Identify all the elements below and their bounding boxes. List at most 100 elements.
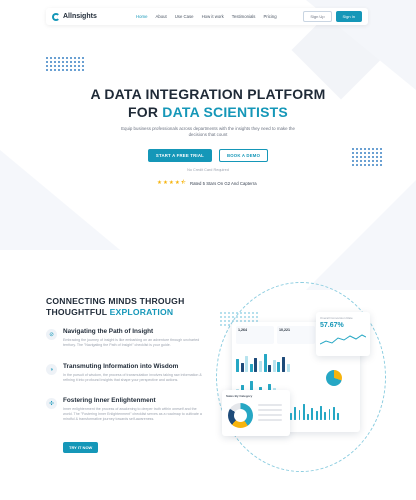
dot xyxy=(224,316,226,318)
dot xyxy=(224,312,226,314)
dot xyxy=(78,65,80,67)
dot xyxy=(356,164,358,166)
dot xyxy=(62,61,64,63)
feature-item: ◑ Transmuting Information into Wisdom In… xyxy=(46,363,206,383)
dot xyxy=(82,65,84,67)
dot xyxy=(228,320,230,322)
dot xyxy=(380,164,382,166)
dot xyxy=(58,61,60,63)
book-demo-button[interactable]: BOOK A DEMO xyxy=(218,149,269,162)
section-title-accent: EXPLORATION xyxy=(109,307,174,317)
dot xyxy=(70,69,72,71)
feature-item: ✣ Fostering Inner Enlightenment Inner en… xyxy=(46,397,206,422)
dot xyxy=(74,57,76,59)
compass-icon: ⊘ xyxy=(46,329,57,340)
hero-title-line1: A DATA INTEGRATION PLATFORM xyxy=(90,86,326,102)
dot xyxy=(70,65,72,67)
background-triangle xyxy=(306,180,416,290)
dot xyxy=(58,65,60,67)
sign-up-button[interactable]: Sign Up xyxy=(303,11,332,22)
nav-link-about[interactable]: About xyxy=(155,14,166,19)
dot xyxy=(78,61,80,63)
kpi-tile: 1,264 xyxy=(236,326,274,344)
nav-link-how-it-work[interactable]: How it work xyxy=(202,14,224,19)
dot xyxy=(70,57,72,59)
dot xyxy=(372,164,374,166)
top-navbar: Allnsights Home About Use Case How it wo… xyxy=(46,8,368,25)
dot xyxy=(62,69,64,71)
star-icon: ★ xyxy=(157,180,162,186)
dot xyxy=(66,65,68,67)
dot xyxy=(66,57,68,59)
hero-title-accent: DATA SCIENTISTS xyxy=(162,104,288,120)
feature-text: Inner enlightenment the process of awake… xyxy=(63,407,202,421)
dot xyxy=(46,69,48,71)
nav-link-pricing[interactable]: Pricing xyxy=(263,14,276,19)
dot xyxy=(78,57,80,59)
brand-name: Allnsights xyxy=(63,13,97,20)
dot xyxy=(360,164,362,166)
brand-logo[interactable]: Allnsights xyxy=(52,12,124,21)
dot xyxy=(220,324,222,326)
feature-text: In the pursuit of wisdom, the process of… xyxy=(63,373,202,382)
start-free-trial-button[interactable]: START A FREE TRIAL xyxy=(147,149,212,162)
dot xyxy=(46,61,48,63)
dot xyxy=(50,57,52,59)
nav-link-home[interactable]: Home xyxy=(136,14,147,19)
rating-text: Rated 5 Stars On G2 And Capterra xyxy=(189,181,257,186)
dot xyxy=(46,65,48,67)
dot xyxy=(364,164,366,166)
dot xyxy=(82,69,84,71)
try-it-now-button[interactable]: TRY IT NOW xyxy=(63,442,99,453)
feature-title: Navigating the Path of Insight xyxy=(63,328,154,335)
feature-item: ⊘ Navigating the Path of Insight Embraci… xyxy=(46,328,206,348)
pie-chart-icon xyxy=(326,370,342,386)
star-icon: ★ xyxy=(174,180,180,186)
conversion-rate-value: 57.67% xyxy=(320,322,344,329)
nav-link-testimonials[interactable]: Testimonials xyxy=(232,14,256,19)
dot xyxy=(228,312,230,314)
no-credit-card-note: No Credit Card Required xyxy=(187,168,229,172)
dot xyxy=(220,312,222,314)
dot xyxy=(62,57,64,59)
dot xyxy=(74,65,76,67)
dot xyxy=(232,312,234,314)
dot xyxy=(58,69,60,71)
dot xyxy=(62,65,64,67)
dot xyxy=(58,57,60,59)
star-icon: ★ xyxy=(162,180,168,186)
donut-chart xyxy=(228,403,253,428)
sales-by-category-card: Sales By Category xyxy=(222,390,290,436)
half-star-icon: ⯪ xyxy=(180,180,186,186)
rating-row: ★ ★ ★ ★ ⯪ Rated 5 Stars On G2 And Capter… xyxy=(157,180,257,186)
logo-icon xyxy=(52,12,60,21)
star-icon: ★ xyxy=(168,180,174,186)
dot xyxy=(70,61,72,63)
donut-legend xyxy=(258,404,282,421)
dot xyxy=(50,69,52,71)
dot xyxy=(224,320,226,322)
dot xyxy=(50,65,52,67)
hero-title-prefix: FOR xyxy=(128,104,163,120)
network-icon: ✣ xyxy=(46,398,57,409)
nav-link-use-case[interactable]: Use Case xyxy=(175,14,194,19)
dot xyxy=(66,69,68,71)
sales-by-category-title: Sales By Category xyxy=(226,394,253,398)
dot xyxy=(74,69,76,71)
dot xyxy=(54,69,56,71)
background-triangle xyxy=(0,150,120,250)
dot xyxy=(54,57,56,59)
dot xyxy=(220,316,222,318)
feature-title: Fostering Inner Enlightenment xyxy=(63,397,156,404)
dot xyxy=(82,61,84,63)
section-title-prefix: THOUGHTFUL xyxy=(46,307,110,317)
conversion-rate-card: Overall Conversion Rate 57.67% xyxy=(316,312,370,356)
sign-in-button[interactable]: Sign In xyxy=(335,11,362,22)
dot xyxy=(66,61,68,63)
dot xyxy=(368,164,370,166)
dot xyxy=(50,61,52,63)
brain-icon: ◑ xyxy=(46,364,57,375)
hero-subtitle: Equip business professionals across depa… xyxy=(121,126,295,137)
dot xyxy=(78,69,80,71)
dot xyxy=(54,61,56,63)
